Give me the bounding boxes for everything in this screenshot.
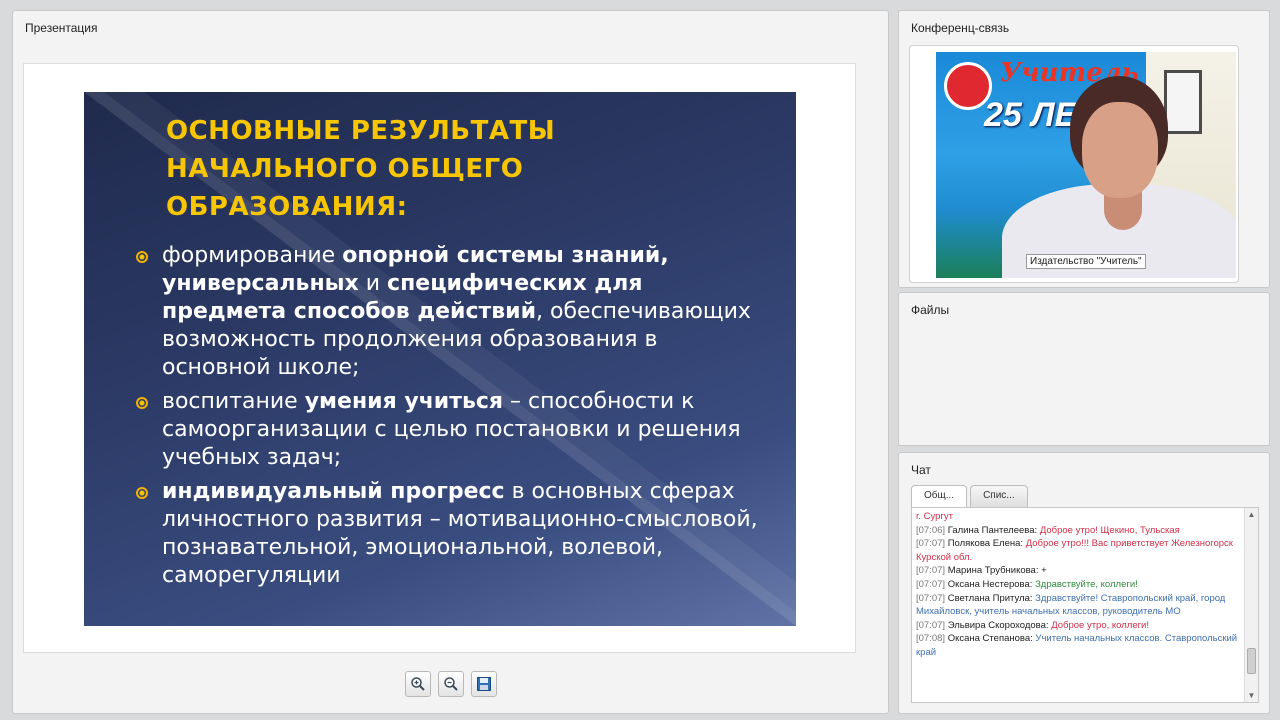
chat-message: [07:07] Оксана Нестерова: Здравствуйте, … xyxy=(916,578,1242,592)
chat-message: г. Сургут xyxy=(916,510,1242,524)
chat-message-time: [07:06] xyxy=(916,524,948,536)
zoom-in-button[interactable] xyxy=(405,671,431,697)
presentation-panel-title: Презентация xyxy=(25,21,98,35)
slide-bullet-3: индивидуальный прогресс в основных сфера… xyxy=(132,478,772,590)
tab-general[interactable]: Общ... xyxy=(911,485,968,508)
slide-bullet-2: воспитание умения учиться – способности … xyxy=(132,388,772,472)
bullet-text-run: и xyxy=(358,271,388,296)
bullet-text-run: воспитание xyxy=(162,389,305,414)
chat-message-time: [07:07] xyxy=(916,619,948,631)
chat-scrollbar[interactable]: ▲ ▼ xyxy=(1244,508,1258,702)
chat-message-author: Галина Пантелеева: xyxy=(947,524,1040,536)
chat-message-time: [07:07] xyxy=(916,538,948,550)
bullet-text-run: формирование xyxy=(162,243,343,268)
presentation-toolbar xyxy=(405,671,497,697)
conference-panel: Конференц-связь Учитель 25 ЛЕТ Издательс… xyxy=(898,10,1270,288)
speaker-face xyxy=(1082,102,1158,198)
chat-message: [07:06] Галина Пантелеева: Доброе утро! … xyxy=(916,524,1242,538)
conference-panel-title: Конференц-связь xyxy=(911,21,1010,35)
chat-message: [07:07] Эльвира Скороходова: Доброе утро… xyxy=(916,619,1242,633)
files-panel-title: Файлы xyxy=(911,303,950,317)
chat-message-author: Оксана Нестерова: xyxy=(947,578,1036,590)
files-list xyxy=(909,327,1261,435)
save-button[interactable] xyxy=(471,671,497,697)
chat-message-text: Здравствуйте, коллеги! xyxy=(1035,578,1138,590)
chat-message-text: г. Сургут xyxy=(916,511,953,522)
wall-frame xyxy=(1164,70,1202,134)
scroll-down-icon[interactable]: ▼ xyxy=(1245,689,1258,702)
slide-bullet-1: формирование опорной системы знаний, уни… xyxy=(132,242,772,382)
save-icon xyxy=(477,677,491,691)
chat-message-author: Полякова Елена: xyxy=(947,538,1026,550)
chat-message: [07:07] Светлана Притула: Здравствуйте! … xyxy=(916,592,1242,619)
chat-message-author: Оксана Степанова: xyxy=(947,633,1036,645)
bullet-icon xyxy=(136,487,148,499)
chat-message: [07:08] Оксана Степанова: Учитель началь… xyxy=(916,632,1242,659)
slide: ОСНОВНЫЕ РЕЗУЛЬТАТЫ НАЧАЛЬНОГО ОБЩЕГО ОБ… xyxy=(84,92,796,626)
chat-message-time: [07:07] xyxy=(916,578,948,590)
chat-message-text: + xyxy=(1041,565,1047,577)
slide-heading: ОСНОВНЫЕ РЕЗУЛЬТАТЫ НАЧАЛЬНОГО ОБЩЕГО ОБ… xyxy=(166,116,556,222)
bullet-text-run: умения учиться xyxy=(304,389,504,414)
slide-viewport: ОСНОВНЫЕ РЕЗУЛЬТАТЫ НАЧАЛЬНОГО ОБЩЕГО ОБ… xyxy=(23,63,856,653)
scroll-up-icon[interactable]: ▲ xyxy=(1245,508,1258,521)
chat-message-text: Доброе утро, коллеги! xyxy=(1051,619,1150,631)
chat-tabs: Общ... Спис... xyxy=(911,485,1028,508)
chat-message: [07:07] Полякова Елена: Доброе утро!!! В… xyxy=(916,537,1242,564)
zoom-in-icon xyxy=(411,677,425,691)
chat-message-time: [07:07] xyxy=(916,592,948,604)
chat-message-list: г. Сургут [07:06] Галина Пантелеева: Добр… xyxy=(916,510,1242,660)
chat-message-author: Эльвира Скороходова: xyxy=(947,619,1052,631)
zoom-out-button[interactable] xyxy=(438,671,464,697)
zoom-out-icon xyxy=(444,677,458,691)
tab-participants[interactable]: Спис... xyxy=(970,485,1028,507)
bullet-icon xyxy=(136,251,148,263)
video-frame: Учитель 25 ЛЕТ Издательство "Учитель" xyxy=(909,45,1239,283)
chat-panel: Чат Общ... Спис... г. Сургут [07:06] Гали… xyxy=(898,452,1270,714)
chat-message-text: Доброе утро! Щекино, Тульская xyxy=(1039,524,1180,536)
chat-message-time: [07:07] xyxy=(916,565,948,577)
bullet-icon xyxy=(136,397,148,409)
chat-message-author: Марина Трубникова: xyxy=(947,565,1042,577)
video-caption: Издательство "Учитель" xyxy=(1026,254,1146,269)
presentation-panel: Презентация ОСНОВНЫЕ РЕЗУЛЬТАТЫ НАЧАЛЬНО… xyxy=(12,10,889,714)
chat-message-author: Светлана Притула: xyxy=(947,592,1036,604)
chat-message-time: [07:08] xyxy=(916,633,948,645)
video-stream[interactable]: Учитель 25 ЛЕТ Издательство "Учитель" xyxy=(936,52,1236,278)
bullet-text-run: индивидуальный прогресс xyxy=(162,479,505,504)
chat-panel-title: Чат xyxy=(911,463,931,477)
chat-message: [07:07] Марина Трубникова: + xyxy=(916,564,1242,578)
files-panel: Файлы xyxy=(898,292,1270,446)
scroll-thumb[interactable] xyxy=(1247,648,1256,674)
chat-messages: г. Сургут [07:06] Галина Пантелеева: Добр… xyxy=(911,507,1259,703)
